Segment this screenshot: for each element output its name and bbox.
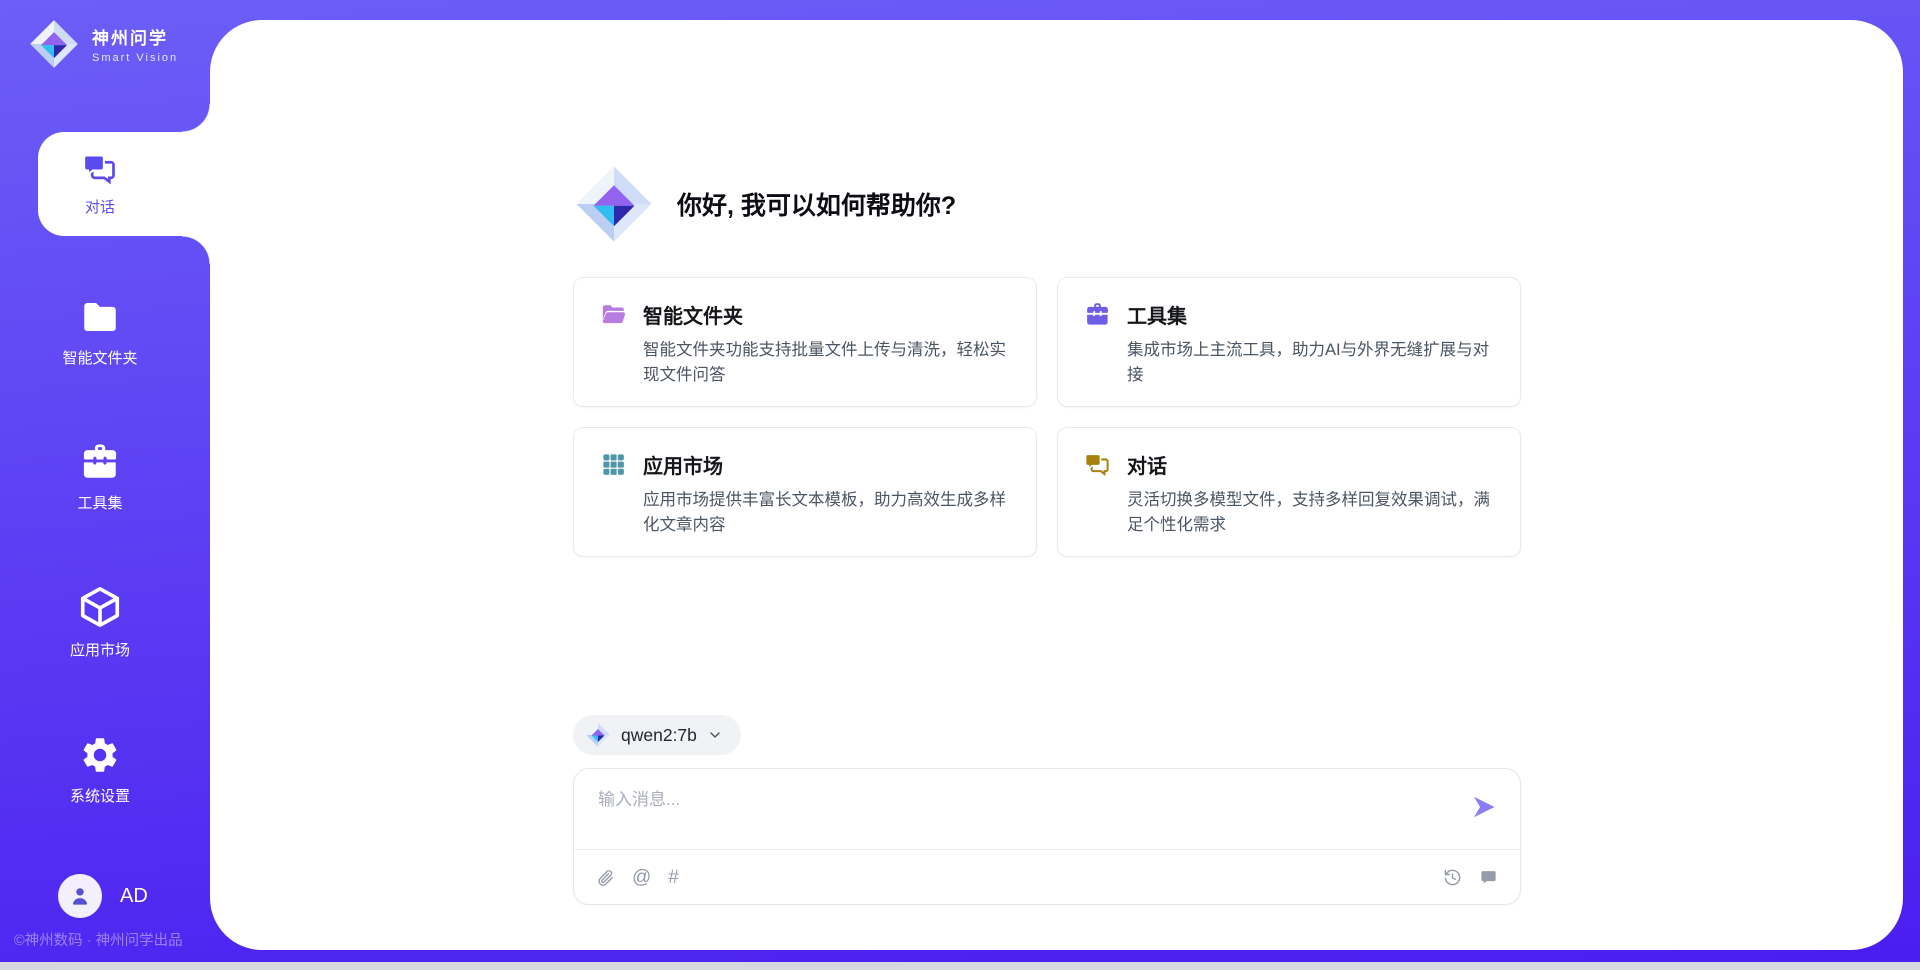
card-description: 灵活切换多模型文件，支持多样回复效果调试，满足个性化需求 <box>1127 488 1494 538</box>
folder-open-icon <box>600 301 627 328</box>
chat-icon <box>1084 451 1111 478</box>
main-content: 你好, 我可以如何帮助你? 智能文件夹 智能文件夹功能支持批量文件上传与清洗，轻… <box>210 20 1903 950</box>
brand-subtitle: Smart Vision <box>92 52 178 64</box>
diamond-logo-icon <box>585 722 611 748</box>
composer-toolbar: @ # <box>574 849 1520 904</box>
model-selector[interactable]: qwen2:7b <box>573 715 741 755</box>
avatar[interactable] <box>58 874 102 918</box>
feature-cards: 智能文件夹 智能文件夹功能支持批量文件上传与清洗，轻松实现文件问答 工具集 集成… <box>573 277 1521 557</box>
chevron-down-icon <box>707 727 723 743</box>
card-title: 工具集 <box>1127 300 1187 329</box>
active-tab-fillet-top <box>182 104 210 132</box>
at-icon[interactable]: @ <box>632 868 651 887</box>
app-window: 神州问学 Smart Vision 对话 智能文件夹 工具集 应用市场 系统设置 <box>0 0 1920 970</box>
history-icon[interactable] <box>1443 868 1462 887</box>
card-title: 应用市场 <box>643 450 723 479</box>
sidebar-item-chat[interactable]: 对话 <box>0 151 200 217</box>
briefcase-icon <box>1084 301 1111 328</box>
card-title: 智能文件夹 <box>643 300 743 329</box>
hash-icon[interactable]: # <box>668 868 679 887</box>
diamond-logo-icon <box>28 18 80 70</box>
greeting: 你好, 我可以如何帮助你? <box>573 20 1521 245</box>
message-input[interactable] <box>598 785 1458 843</box>
sidebar-item-label: 应用市场 <box>70 639 130 660</box>
user-name: AD <box>120 885 148 908</box>
paperclip-icon[interactable] <box>596 868 615 887</box>
sidebar-item-label: 系统设置 <box>70 785 130 806</box>
send-icon <box>1470 793 1498 821</box>
card-toolset[interactable]: 工具集 集成市场上主流工具，助力AI与外界无缝扩展与对接 <box>1057 277 1521 407</box>
sidebar-item-smart-folder[interactable]: 智能文件夹 <box>0 296 200 368</box>
sidebar-item-label: 对话 <box>85 196 115 217</box>
user-account[interactable]: AD <box>58 874 148 918</box>
person-icon <box>67 883 93 909</box>
bottom-edge-strip <box>0 962 1920 970</box>
greeting-title: 你好, 我可以如何帮助你? <box>677 186 956 222</box>
briefcase-icon <box>79 441 121 483</box>
grid-icon <box>600 451 627 478</box>
brand: 神州问学 Smart Vision <box>28 18 178 70</box>
card-description: 集成市场上主流工具，助力AI与外界无缝扩展与对接 <box>1127 338 1494 388</box>
active-tab-fillet-bottom <box>182 236 210 264</box>
brand-name: 神州问学 <box>92 24 178 49</box>
brand-text: 神州问学 Smart Vision <box>92 24 178 64</box>
chat-icon <box>82 151 118 187</box>
copyright-footer: ©神州数码 · 神州问学出品 <box>14 929 183 950</box>
folder-icon <box>79 296 121 338</box>
sidebar: 神州问学 Smart Vision 对话 智能文件夹 工具集 应用市场 系统设置 <box>0 0 210 970</box>
gear-icon <box>79 734 121 776</box>
send-button[interactable] <box>1470 793 1498 821</box>
message-composer: @ # <box>573 768 1521 905</box>
model-name: qwen2:7b <box>621 725 697 746</box>
card-chat[interactable]: 对话 灵活切换多模型文件，支持多样回复效果调试，满足个性化需求 <box>1057 427 1521 557</box>
card-description: 智能文件夹功能支持批量文件上传与清洗，轻松实现文件问答 <box>643 338 1010 388</box>
card-header: 对话 <box>1084 450 1494 479</box>
card-title: 对话 <box>1127 450 1167 479</box>
cube-icon <box>77 584 123 630</box>
sidebar-item-label: 智能文件夹 <box>62 347 137 368</box>
comment-icon[interactable] <box>1479 868 1498 887</box>
card-smart-folder[interactable]: 智能文件夹 智能文件夹功能支持批量文件上传与清洗，轻松实现文件问答 <box>573 277 1037 407</box>
card-description: 应用市场提供丰富长文本模板，助力高效生成多样化文章内容 <box>643 488 1010 538</box>
sidebar-item-toolset[interactable]: 工具集 <box>0 441 200 513</box>
sidebar-item-system-settings[interactable]: 系统设置 <box>0 734 200 806</box>
card-header: 智能文件夹 <box>600 300 1010 329</box>
card-header: 应用市场 <box>600 450 1010 479</box>
diamond-logo-icon <box>573 163 655 245</box>
card-header: 工具集 <box>1084 300 1494 329</box>
sidebar-item-label: 工具集 <box>77 492 122 513</box>
sidebar-item-app-market[interactable]: 应用市场 <box>0 584 200 660</box>
card-app-market[interactable]: 应用市场 应用市场提供丰富长文本模板，助力高效生成多样化文章内容 <box>573 427 1037 557</box>
